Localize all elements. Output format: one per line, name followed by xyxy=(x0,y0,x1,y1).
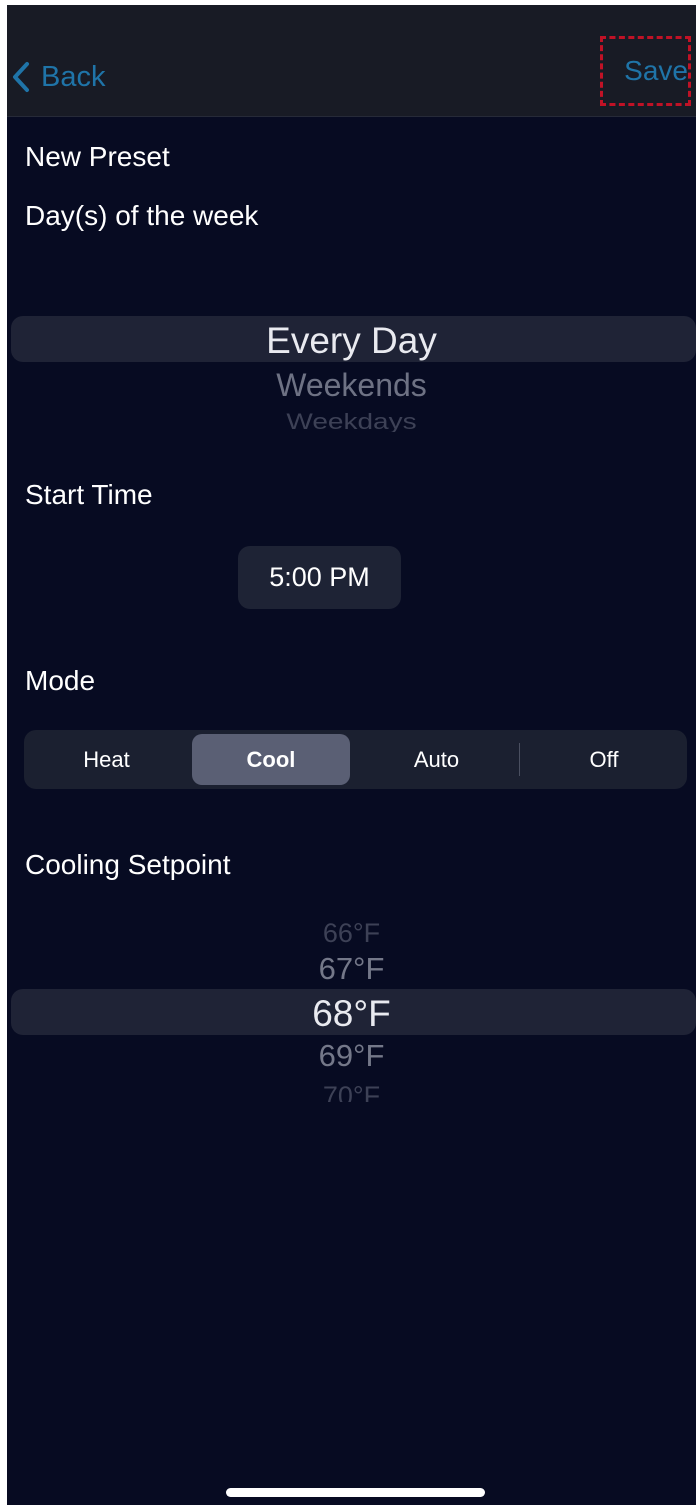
save-label: Save xyxy=(624,55,688,86)
setpoint-option-66[interactable]: 66°F xyxy=(7,922,696,944)
mode-heat-segment[interactable]: Heat xyxy=(24,730,189,789)
segment-divider xyxy=(519,743,520,776)
start-time-button[interactable]: 5:00 PM xyxy=(238,546,401,609)
setpoint-option-70[interactable]: 70°F xyxy=(7,1081,696,1102)
cooling-setpoint-label: Cooling Setpoint xyxy=(25,849,231,880)
days-option-weekdays[interactable]: Weekdays xyxy=(7,409,696,432)
navigation-bar: Back Save xyxy=(7,5,696,117)
mode-off-segment[interactable]: Off xyxy=(521,730,687,789)
page-title: New Preset xyxy=(25,141,170,172)
days-label: Day(s) of the week xyxy=(25,200,259,231)
setpoint-option-67[interactable]: 67°F xyxy=(7,951,696,987)
save-button[interactable]: Save xyxy=(600,36,691,106)
mode-segmented-control: Heat Cool Auto Off xyxy=(24,730,687,789)
setpoint-top-clip: 66°F xyxy=(7,922,696,944)
setpoint-bottom-clip: 70°F xyxy=(7,1080,696,1102)
days-option-clip: Weekdays xyxy=(7,405,696,432)
mode-label: Mode xyxy=(25,665,96,696)
mode-cool-segment[interactable]: Cool xyxy=(192,734,350,785)
back-button[interactable]: Back xyxy=(11,55,105,99)
start-time-label: Start Time xyxy=(25,479,153,510)
days-option-every-day[interactable]: Every Day xyxy=(7,320,696,362)
days-option-weekends[interactable]: Weekends xyxy=(7,367,696,404)
app-screen: Back Save New Preset Day(s) of the week … xyxy=(7,5,696,1505)
home-indicator[interactable] xyxy=(226,1488,485,1497)
mode-auto-segment[interactable]: Auto xyxy=(354,730,519,789)
chevron-left-icon xyxy=(13,62,29,92)
setpoint-option-69[interactable]: 69°F xyxy=(7,1038,696,1074)
back-label: Back xyxy=(41,60,106,93)
setpoint-option-68[interactable]: 68°F xyxy=(7,993,696,1035)
